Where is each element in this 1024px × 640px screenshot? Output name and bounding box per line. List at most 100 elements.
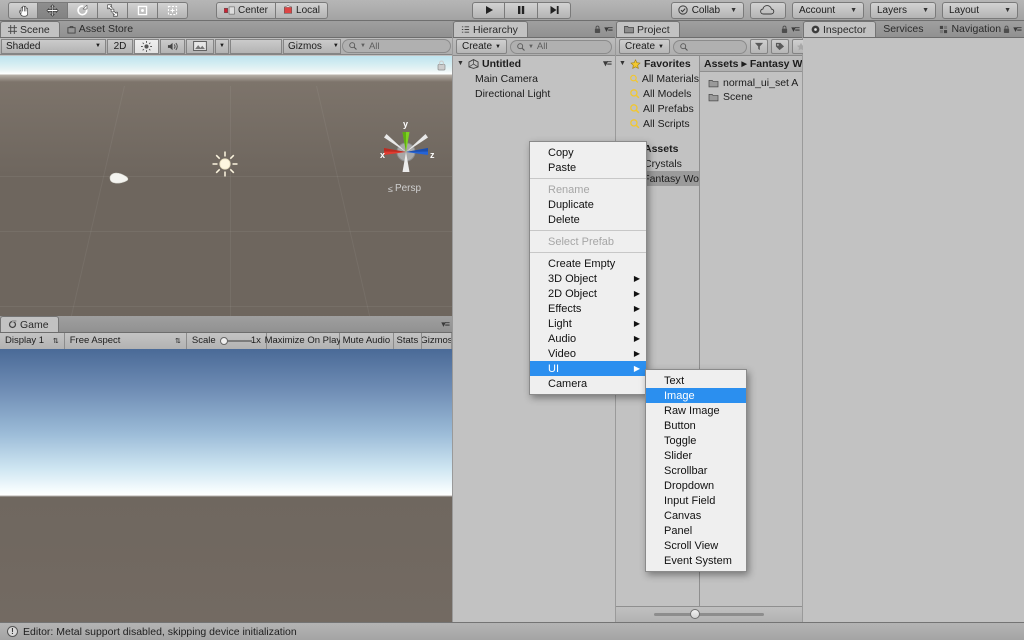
panel-menu-icon[interactable]: ▾≡: [791, 24, 800, 35]
scale-slider[interactable]: [219, 336, 252, 345]
menu-item-camera[interactable]: Camera: [530, 376, 646, 391]
tab-scene[interactable]: Scene: [0, 21, 60, 37]
menu-item-audio[interactable]: Audio ▶: [530, 331, 646, 346]
move-tool-button[interactable]: [38, 1, 68, 19]
submenu-item-toggle[interactable]: Toggle: [646, 433, 746, 448]
project-favorite-all-scripts[interactable]: All Scripts: [616, 116, 699, 131]
lock-icon[interactable]: [1003, 25, 1010, 34]
submenu-item-input-field[interactable]: Input Field: [646, 493, 746, 508]
account-dropdown[interactable]: Account ▼: [792, 1, 864, 19]
breadcrumb-folder[interactable]: Fantasy Wo: [750, 58, 802, 70]
mute-audio-toggle[interactable]: Mute Audio: [339, 332, 394, 349]
submenu-item-panel[interactable]: Panel: [646, 523, 746, 538]
menu-item-copy[interactable]: Copy: [530, 145, 646, 160]
disclosure-triangle-icon[interactable]: ▼: [457, 60, 465, 67]
scene-audio-toggle[interactable]: [160, 38, 185, 54]
step-button[interactable]: [538, 1, 571, 19]
tab-hierarchy[interactable]: Hierarchy: [453, 21, 528, 37]
pivot-rotation-button[interactable]: Local: [276, 1, 328, 19]
submenu-item-raw-image[interactable]: Raw Image: [646, 403, 746, 418]
breadcrumb-assets[interactable]: Assets: [704, 58, 738, 70]
menu-item-ui[interactable]: UI ▶: [530, 361, 646, 376]
gizmos-dropdown[interactable]: Gizmos ▼: [283, 38, 341, 54]
submenu-item-scrollbar[interactable]: Scrollbar: [646, 463, 746, 478]
project-favorites-root[interactable]: ▼ Favorites: [616, 56, 699, 71]
shading-mode-dropdown[interactable]: Shaded ▼: [1, 38, 106, 54]
scene-orientation-gizmo[interactable]: x y z: [370, 118, 442, 180]
hierarchy-item-directional-light[interactable]: Directional Light: [453, 86, 615, 101]
hierarchy-search-input[interactable]: ▼ All: [509, 39, 612, 54]
lock-icon[interactable]: [594, 25, 601, 34]
scene-search-input[interactable]: ▼ All: [342, 39, 451, 53]
lock-icon[interactable]: [781, 25, 788, 34]
toggle-2d-button[interactable]: 2D: [107, 38, 133, 54]
menu-item-delete[interactable]: Delete: [530, 212, 646, 227]
tab-asset-store[interactable]: Asset Store: [60, 21, 142, 37]
scale-slider-knob[interactable]: [219, 336, 228, 345]
tab-inspector[interactable]: Inspector: [803, 21, 877, 37]
submenu-item-slider[interactable]: Slider: [646, 448, 746, 463]
project-favorite-all-materials[interactable]: All Materials: [616, 71, 699, 86]
panel-menu-icon[interactable]: ▾≡: [441, 319, 450, 330]
pivot-mode-button[interactable]: Center: [216, 1, 277, 19]
cloud-button[interactable]: [750, 1, 786, 19]
tab-game[interactable]: Game: [0, 316, 59, 332]
ui-submenu[interactable]: Text Image Raw Image Button Toggle Slider Scro…: [645, 369, 747, 572]
scene-effects-dropdown[interactable]: ▼: [215, 38, 229, 54]
panel-menu-icon[interactable]: ▾≡: [604, 24, 613, 35]
submenu-item-button[interactable]: Button: [646, 418, 746, 433]
context-menu[interactable]: Copy Paste Rename Duplicate Delete Select Pre…: [529, 141, 647, 395]
display-dropdown[interactable]: Display 1 ⇅: [0, 332, 65, 349]
menu-item-duplicate[interactable]: Duplicate: [530, 197, 646, 212]
scene-projection-label[interactable]: ≤ Persp: [388, 183, 421, 194]
hand-tool-button[interactable]: [8, 1, 38, 19]
collab-button[interactable]: Collab ▼: [670, 1, 744, 19]
hierarchy-item-main-camera[interactable]: Main Camera: [453, 71, 615, 86]
project-create-button[interactable]: Create ▼: [619, 39, 670, 54]
layers-dropdown[interactable]: Layers ▼: [870, 1, 936, 19]
menu-item-create-empty[interactable]: Create Empty: [530, 256, 646, 271]
project-zoom-knob[interactable]: [690, 609, 700, 619]
scene-lighting-toggle[interactable]: [134, 38, 159, 54]
project-zoom-track[interactable]: [654, 609, 764, 619]
rect-tool-button[interactable]: [128, 1, 158, 19]
tab-project[interactable]: Project: [616, 21, 680, 37]
rotate-tool-button[interactable]: [68, 1, 98, 19]
hierarchy-scene-root[interactable]: ▼ Untitled ▾≡: [453, 56, 615, 71]
scene-viewport[interactable]: x y z ≤ Persp: [0, 56, 452, 337]
asset-item-normal-ui-set[interactable]: normal_ui_set A: [700, 76, 802, 90]
hierarchy-create-button[interactable]: Create ▼: [456, 39, 507, 54]
submenu-item-event-system[interactable]: Event System: [646, 553, 746, 568]
project-favorite-all-models[interactable]: All Models: [616, 86, 699, 101]
maximize-on-play-toggle[interactable]: Maximize On Play: [265, 332, 341, 349]
project-favorite-all-prefabs[interactable]: All Prefabs: [616, 101, 699, 116]
submenu-item-canvas[interactable]: Canvas: [646, 508, 746, 523]
tab-navigation[interactable]: Navigation: [932, 21, 1010, 37]
asset-item-scene[interactable]: Scene: [700, 90, 802, 104]
layout-dropdown[interactable]: Layout ▼: [942, 1, 1018, 19]
menu-item-video[interactable]: Video ▶: [530, 346, 646, 361]
submenu-item-text[interactable]: Text: [646, 373, 746, 388]
scene-effects-button[interactable]: [186, 38, 214, 54]
menu-item-2d-object[interactable]: 2D Object ▶: [530, 286, 646, 301]
project-filter-label-button[interactable]: [770, 39, 789, 54]
stats-toggle[interactable]: Stats: [393, 332, 422, 349]
submenu-item-image[interactable]: Image: [646, 388, 746, 403]
pause-button[interactable]: [505, 1, 538, 19]
tab-services[interactable]: Services: [876, 21, 932, 37]
project-search-input[interactable]: [672, 39, 747, 54]
menu-item-paste[interactable]: Paste: [530, 160, 646, 175]
menu-item-3d-object[interactable]: 3D Object ▶: [530, 271, 646, 286]
submenu-item-scroll-view[interactable]: Scroll View: [646, 538, 746, 553]
scale-tool-button[interactable]: [98, 1, 128, 19]
menu-item-effects[interactable]: Effects ▶: [530, 301, 646, 316]
submenu-item-dropdown[interactable]: Dropdown: [646, 478, 746, 493]
menu-item-light[interactable]: Light ▶: [530, 316, 646, 331]
scale-slider-group[interactable]: Scale 1x: [186, 332, 267, 349]
game-gizmos-dropdown[interactable]: Gizmos: [421, 332, 452, 349]
aspect-dropdown[interactable]: Free Aspect ⇅: [64, 332, 187, 349]
game-viewport[interactable]: [0, 349, 452, 622]
status-bar[interactable]: ! Editor: Metal support disabled, skippi…: [0, 622, 1024, 640]
play-button[interactable]: [472, 1, 505, 19]
scene-menu-icon[interactable]: ▾≡: [603, 58, 615, 69]
